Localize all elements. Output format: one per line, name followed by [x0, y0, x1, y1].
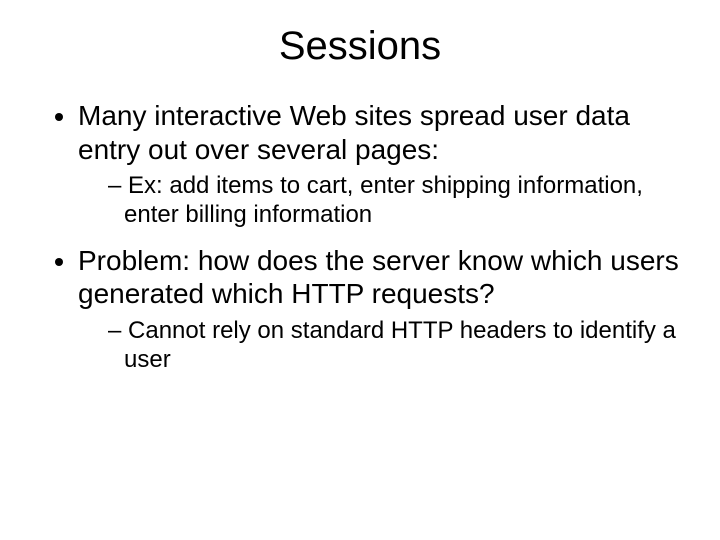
sub-bullet-list: Ex: add items to cart, enter shipping in… — [78, 172, 680, 230]
bullet-list: Many interactive Web sites spread user d… — [40, 99, 680, 375]
slide-body: Many interactive Web sites spread user d… — [0, 79, 720, 375]
bullet-text: Problem: how does the server know which … — [78, 245, 679, 310]
sub-bullet-item: Cannot rely on standard HTTP headers to … — [108, 317, 680, 375]
slide-title: Sessions — [0, 0, 720, 79]
sub-bullet-text: Cannot rely on standard HTTP headers to … — [124, 317, 676, 373]
slide: Sessions Many interactive Web sites spre… — [0, 0, 720, 540]
bullet-text: Many interactive Web sites spread user d… — [78, 100, 630, 165]
bullet-item: Problem: how does the server know which … — [78, 244, 680, 375]
bullet-item: Many interactive Web sites spread user d… — [78, 99, 680, 230]
sub-bullet-text: Ex: add items to cart, enter shipping in… — [124, 172, 643, 228]
sub-bullet-item: Ex: add items to cart, enter shipping in… — [108, 172, 680, 230]
sub-bullet-list: Cannot rely on standard HTTP headers to … — [78, 317, 680, 375]
